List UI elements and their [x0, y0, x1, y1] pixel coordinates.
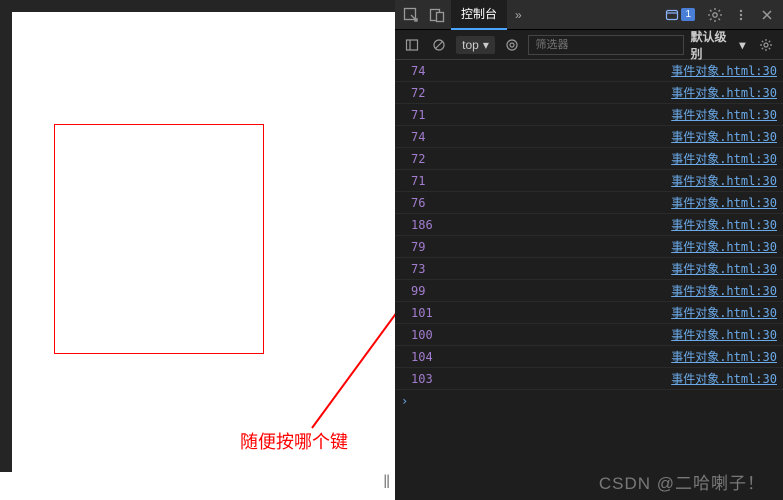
console-value: 186 — [411, 218, 433, 232]
menu-icon[interactable] — [729, 3, 753, 27]
console-value: 99 — [411, 284, 425, 298]
console-source-link[interactable]: 事件对象.html:30 — [671, 282, 777, 299]
console-value: 74 — [411, 64, 425, 78]
annotation-text: 随便按哪个键 — [240, 428, 348, 454]
console-row: 74 事件对象.html:30 — [395, 60, 783, 82]
console-value: 73 — [411, 262, 425, 276]
console-row: 73 事件对象.html:30 — [395, 258, 783, 280]
console-value: 71 — [411, 174, 425, 188]
devtools-panel: 控制台 » 1 top ▾ 默认级别 — [395, 0, 783, 500]
console-row: 71 事件对象.html:30 — [395, 104, 783, 126]
console-source-link[interactable]: 事件对象.html:30 — [671, 216, 777, 233]
console-source-link[interactable]: 事件对象.html:30 — [671, 348, 777, 365]
console-row: 100 事件对象.html:30 — [395, 324, 783, 346]
log-level-selector[interactable]: 默认级别 ▾ — [690, 28, 745, 62]
console-row: 76 事件对象.html:30 — [395, 192, 783, 214]
console-value: 74 — [411, 130, 425, 144]
console-value: 103 — [411, 372, 433, 386]
demo-red-box[interactable] — [54, 124, 264, 354]
console-value: 76 — [411, 196, 425, 210]
console-settings-icon[interactable] — [755, 34, 777, 56]
console-source-link[interactable]: 事件对象.html:30 — [671, 84, 777, 101]
console-row: 72 事件对象.html:30 — [395, 148, 783, 170]
console-value: 72 — [411, 152, 425, 166]
console-source-link[interactable]: 事件对象.html:30 — [671, 172, 777, 189]
issues-badge[interactable]: 1 — [659, 8, 701, 22]
console-source-link[interactable]: 事件对象.html:30 — [671, 194, 777, 211]
console-toolbar: top ▾ 默认级别 ▾ — [395, 30, 783, 60]
live-expression-icon[interactable] — [501, 34, 523, 56]
sidebar-toggle-icon[interactable] — [401, 34, 423, 56]
console-row: 71 事件对象.html:30 — [395, 170, 783, 192]
editor-top-strip — [0, 0, 395, 12]
device-toggle-icon[interactable] — [425, 3, 449, 27]
clear-console-icon[interactable] — [429, 34, 451, 56]
tab-console[interactable]: 控制台 — [451, 0, 507, 30]
log-level-label: 默认级别 — [690, 28, 737, 62]
page-viewport: 随便按哪个键 ‖ — [0, 0, 395, 500]
watermark: CSDN @二哈喇子！ — [599, 469, 765, 494]
console-prompt[interactable] — [395, 390, 783, 412]
editor-side-strip — [0, 0, 12, 500]
console-source-link[interactable]: 事件对象.html:30 — [671, 106, 777, 123]
console-output[interactable]: 74 事件对象.html:30 72 事件对象.html:30 71 事件对象.html:… — [395, 60, 783, 500]
console-row: 72 事件对象.html:30 — [395, 82, 783, 104]
console-value: 100 — [411, 328, 433, 342]
context-label: top — [462, 38, 479, 52]
resize-handle-icon[interactable]: ‖ — [383, 472, 395, 494]
console-source-link[interactable]: 事件对象.html:30 — [671, 304, 777, 321]
settings-icon[interactable] — [703, 3, 727, 27]
chevron-down-icon: ▾ — [483, 38, 489, 52]
console-source-link[interactable]: 事件对象.html:30 — [671, 128, 777, 145]
issues-count: 1 — [681, 8, 695, 21]
console-source-link[interactable]: 事件对象.html:30 — [671, 150, 777, 167]
console-row: 101 事件对象.html:30 — [395, 302, 783, 324]
console-value: 72 — [411, 86, 425, 100]
console-source-link[interactable]: 事件对象.html:30 — [671, 370, 777, 387]
console-source-link[interactable]: 事件对象.html:30 — [671, 238, 777, 255]
console-row: 79 事件对象.html:30 — [395, 236, 783, 258]
console-row: 74 事件对象.html:30 — [395, 126, 783, 148]
chevron-down-icon: ▾ — [739, 38, 745, 52]
console-row: 103 事件对象.html:30 — [395, 368, 783, 390]
console-value: 79 — [411, 240, 425, 254]
console-source-link[interactable]: 事件对象.html:30 — [671, 62, 777, 79]
console-value: 71 — [411, 108, 425, 122]
console-value: 104 — [411, 350, 433, 364]
inspect-icon[interactable] — [399, 3, 423, 27]
close-icon[interactable] — [755, 3, 779, 27]
console-value: 101 — [411, 306, 433, 320]
context-selector[interactable]: top ▾ — [456, 36, 495, 54]
filter-input[interactable] — [528, 35, 684, 55]
console-row: 99 事件对象.html:30 — [395, 280, 783, 302]
tabs-overflow-icon[interactable]: » — [509, 2, 528, 28]
console-source-link[interactable]: 事件对象.html:30 — [671, 326, 777, 343]
console-source-link[interactable]: 事件对象.html:30 — [671, 260, 777, 277]
devtools-tabs: 控制台 » 1 — [395, 0, 783, 30]
bottom-strip: ‖ — [0, 472, 395, 500]
console-row: 186 事件对象.html:30 — [395, 214, 783, 236]
console-row: 104 事件对象.html:30 — [395, 346, 783, 368]
issues-icon — [665, 8, 679, 22]
